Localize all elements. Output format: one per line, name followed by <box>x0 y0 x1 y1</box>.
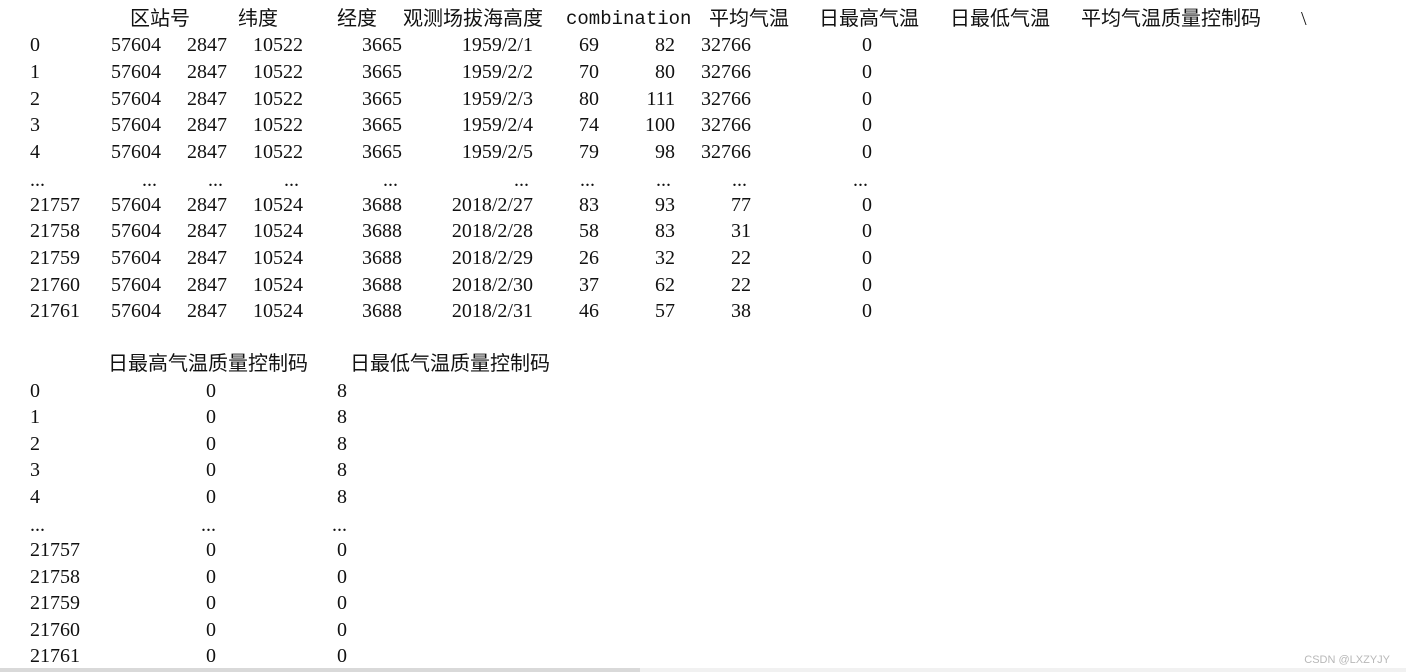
table1-cell: 0 <box>862 247 872 269</box>
table1-continuation-mark: \ <box>1301 8 1307 30</box>
table2-cell: 8 <box>337 459 347 481</box>
table1-column-header: 观测场拔海高度 <box>403 8 543 30</box>
table2-cell: 0 <box>337 566 347 588</box>
table1-cell: 0 <box>862 220 872 242</box>
table2-cell: 8 <box>337 406 347 428</box>
table1-cell: 0 <box>862 274 872 296</box>
table1-column-header: 日最低气温 <box>950 8 1050 30</box>
table1-cell: 0 <box>862 114 872 136</box>
table1-column-header: 平均气温质量控制码 <box>1081 8 1261 30</box>
table2-cell: 0 <box>337 539 347 561</box>
table1-column-header: 经度 <box>337 8 377 30</box>
table2-cell: 8 <box>337 380 347 402</box>
table1-cell: 0 <box>862 141 872 163</box>
table2-cell: 8 <box>337 486 347 508</box>
horizontal-scrollbar-thumb[interactable] <box>0 668 640 672</box>
table1-cell: 0 <box>862 300 872 322</box>
table1-cell: 0 <box>862 61 872 83</box>
table1-column-header: 区站号 <box>130 8 190 30</box>
table2-column-header: 日最低气温质量控制码 <box>350 353 550 375</box>
horizontal-scrollbar[interactable] <box>0 668 1406 672</box>
table1-cell: ... <box>853 169 868 191</box>
table2-cell: 0 <box>337 592 347 614</box>
table1-cell: 0 <box>862 88 872 110</box>
table2-column-header: 日最高气温质量控制码 <box>108 353 308 375</box>
table1-column-header: 纬度 <box>238 8 278 30</box>
table2-cell: 8 <box>337 433 347 455</box>
table2-cell: 0 <box>337 645 347 667</box>
table1-column-header: 平均气温 <box>709 8 789 30</box>
table1-cell: 0 <box>862 34 872 56</box>
table1-column-header: 日最高气温 <box>819 8 919 30</box>
table2-cell: 0 <box>337 619 347 641</box>
table1-cell: 0 <box>862 194 872 216</box>
table2-cell: ... <box>332 514 347 536</box>
table1-column-header: combination <box>566 8 692 30</box>
csdn-watermark: CSDN @LXZYJY <box>1304 654 1390 666</box>
